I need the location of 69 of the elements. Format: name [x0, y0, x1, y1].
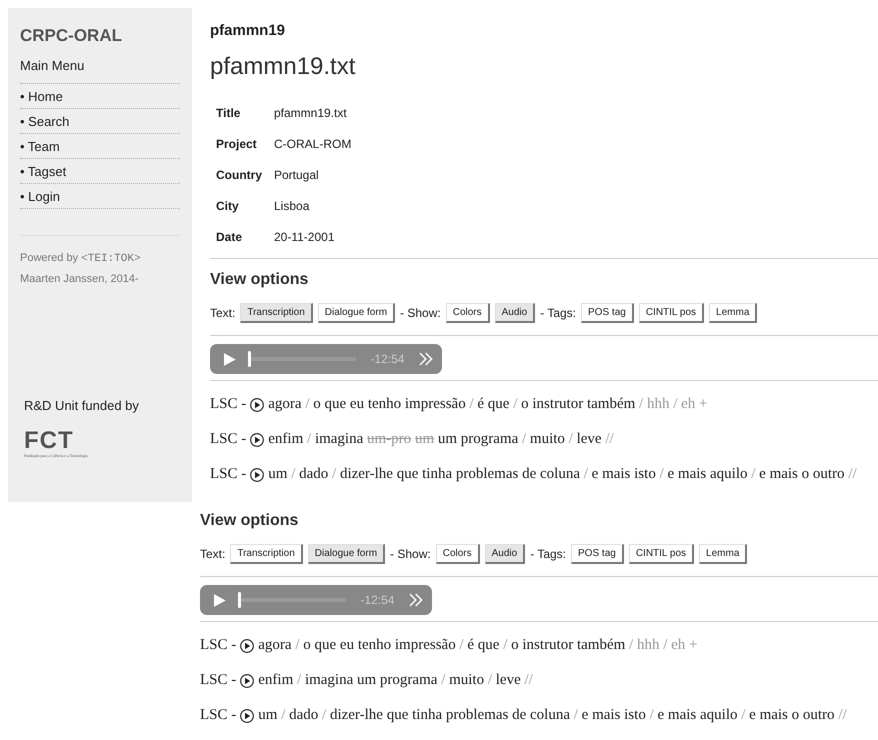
option-button[interactable]: Audio	[484, 544, 526, 564]
option-label: Text:	[210, 306, 236, 320]
speaker-label: LSC -	[210, 466, 246, 483]
site-title: CRPC-ORAL	[20, 26, 123, 46]
option-label: - Show:	[400, 306, 441, 320]
option-button[interactable]: Transcription	[230, 544, 303, 564]
logo-text: FCT	[24, 429, 75, 453]
section-title: View options	[210, 271, 310, 289]
option-label: - Tags:	[540, 306, 576, 320]
menu-title: Main Menu	[20, 58, 180, 84]
powered-by-text: Powered by <TEI:TOK>	[20, 252, 142, 265]
speaker-label: LSC -	[200, 637, 236, 654]
play-icon[interactable]	[240, 674, 254, 688]
funding-text: R&D Unit funded by	[23, 398, 140, 413]
time-remaining: -12:54	[370, 352, 404, 366]
utterance-text: enfim / imagina um-pro um um programa / muito / leve //	[268, 431, 614, 448]
option-button[interactable]: Colors	[446, 303, 490, 323]
option-button[interactable]: CINTIL pos	[638, 303, 704, 323]
option-button[interactable]: Colors	[436, 544, 480, 564]
play-icon[interactable]	[250, 432, 264, 446]
metadata-value: 20-11-2001	[274, 230, 334, 244]
metadata-label: Date	[216, 230, 242, 244]
utterance-text: agora / o que eu tenho impressão / é que / o instrutor também / hhh / eh +	[268, 396, 708, 413]
metadata-label: City	[216, 198, 239, 212]
menu-link[interactable]: • Team	[20, 134, 180, 159]
option-button[interactable]: Dialogue form	[318, 303, 396, 323]
metadata-label: Project	[216, 136, 257, 150]
page-title: pfammn19.txt	[210, 53, 356, 81]
utterance-text: um / dado / dizer-lhe que tinha problemas de coluna / e mais isto / e mais aquilo / e mais o outro //	[258, 707, 847, 724]
seek-thumb[interactable]	[248, 351, 251, 367]
option-button[interactable]: Dialogue form	[308, 544, 386, 564]
play-icon[interactable]	[240, 638, 254, 652]
chevrons-icon[interactable]	[408, 593, 424, 607]
author-text: Maarten Janssen, 2014-	[20, 273, 140, 285]
utterance-text: enfim / imagina um programa / muito / leve //	[258, 672, 533, 689]
menu-link[interactable]: • Search	[20, 109, 180, 134]
metadata-value: Portugal	[274, 168, 319, 182]
option-button[interactable]: POS tag	[581, 303, 634, 323]
option-button[interactable]: Audio	[494, 303, 536, 323]
option-button[interactable]: Lemma	[699, 544, 748, 564]
option-button[interactable]: Lemma	[709, 303, 758, 323]
time-remaining: -12:54	[360, 593, 394, 607]
option-label: Text:	[200, 547, 226, 561]
option-button[interactable]: POS tag	[571, 544, 624, 564]
option-label: - Show:	[390, 547, 431, 561]
metadata-label: Country	[216, 168, 262, 182]
chevrons-icon[interactable]	[418, 352, 434, 366]
utterance-text: um / dado / dizer-lhe que tinha problemas de coluna / e mais isto / e mais aquilo / e mais o outro //	[268, 466, 857, 483]
metadata-label: Title	[216, 106, 240, 120]
metadata-value: C-ORAL-ROM	[274, 136, 352, 150]
play-icon[interactable]	[240, 708, 254, 722]
menu-link[interactable]: • Home	[20, 84, 180, 109]
metadata-value: pfammn19.txt	[274, 106, 347, 120]
utterance-text: agora / o que eu tenho impressão / é que / o instrutor também / hhh / eh +	[258, 637, 698, 654]
play-icon[interactable]	[250, 398, 264, 412]
menu-link[interactable]: • Login	[20, 184, 180, 209]
page-heading: pfammn19	[210, 22, 286, 39]
menu-link[interactable]: • Tagset	[20, 159, 180, 184]
option-button[interactable]: Transcription	[240, 303, 313, 323]
play-icon[interactable]	[250, 468, 264, 482]
option-button[interactable]: CINTIL pos	[628, 544, 694, 564]
speaker-label: LSC -	[200, 707, 236, 724]
speaker-label: LSC -	[210, 396, 246, 413]
metadata-value: Lisboa	[274, 198, 310, 212]
speaker-label: LSC -	[210, 431, 246, 448]
section-title: View options	[200, 512, 300, 530]
seek-thumb[interactable]	[238, 592, 241, 608]
speaker-label: LSC -	[200, 672, 236, 689]
option-label: - Tags:	[530, 547, 566, 561]
